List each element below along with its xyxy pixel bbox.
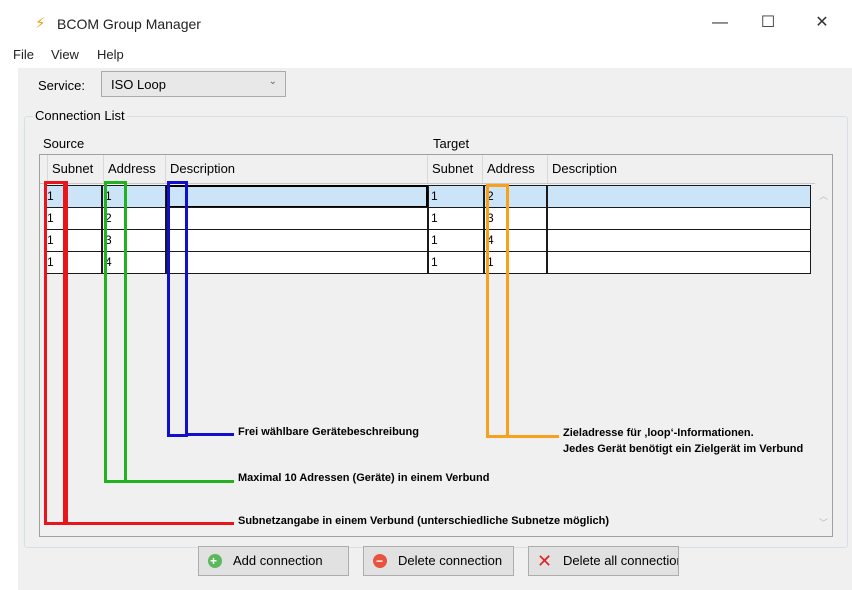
address-highlight-box bbox=[104, 181, 127, 483]
subnet-annotation: Subnetzangabe in einem Verbund (untersch… bbox=[238, 515, 609, 527]
subnet-inner-line bbox=[63, 181, 66, 525]
minimize-button[interactable]: — bbox=[700, 10, 740, 36]
connection-list-legend: Connection List bbox=[33, 108, 127, 123]
delete-all-connections-button[interactable]: ✕ Delete all connections bbox=[528, 546, 679, 576]
scroll-up-icon[interactable]: ︿ bbox=[815, 189, 832, 202]
cell-tgt-description[interactable] bbox=[547, 207, 811, 230]
target-annotation-line1: Zieladresse für ‚loop‘-Informationen. bbox=[563, 427, 754, 439]
table-row[interactable]: 1 4 1 1 bbox=[44, 251, 814, 274]
vertical-scrollbar[interactable]: ︿ ﹀ bbox=[815, 183, 832, 536]
address-annotation: Maximal 10 Adressen (Geräte) in einem Ve… bbox=[238, 472, 490, 484]
cell-src-description[interactable] bbox=[166, 185, 428, 208]
red-x-icon: ✕ bbox=[537, 551, 553, 571]
minus-circle-icon: − bbox=[373, 554, 387, 568]
menu-view[interactable]: View bbox=[51, 47, 79, 62]
target-address-highlight-box bbox=[486, 184, 509, 438]
service-dropdown[interactable]: ISO Loop ⌄ bbox=[101, 71, 286, 97]
target-connector-line bbox=[507, 435, 559, 438]
cell-tgt-description[interactable] bbox=[547, 229, 811, 252]
address-connector-line bbox=[125, 480, 234, 483]
cell-tgt-description[interactable] bbox=[547, 185, 811, 208]
close-button[interactable]: ✕ bbox=[802, 10, 842, 36]
title-bar: ⚡ BCOM Group Manager — ☐ ✕ bbox=[18, 0, 852, 44]
cell-src-description[interactable] bbox=[166, 207, 428, 230]
window-title: BCOM Group Manager bbox=[57, 16, 201, 32]
table-row[interactable]: 1 1 1 2 bbox=[44, 185, 814, 208]
table-row[interactable]: 1 2 1 3 bbox=[44, 207, 814, 230]
col-src-subnet[interactable]: Subnet bbox=[48, 155, 104, 183]
cell-tgt-description[interactable] bbox=[547, 251, 811, 274]
delete-connection-button[interactable]: − Delete connection bbox=[363, 546, 514, 576]
col-tgt-subnet[interactable]: Subnet bbox=[428, 155, 483, 183]
table-row[interactable]: 1 3 1 4 bbox=[44, 229, 814, 252]
app-window: ⚡ BCOM Group Manager — ☐ ✕ File View Hel… bbox=[13, 0, 852, 590]
col-tgt-address[interactable]: Address bbox=[483, 155, 548, 183]
grid-header: Subnet Address Description Subnet Addres… bbox=[40, 155, 815, 184]
delete-all-connections-label: Delete all connections bbox=[563, 553, 679, 568]
delete-connection-label: Delete connection bbox=[398, 553, 503, 568]
menu-help[interactable]: Help bbox=[97, 47, 124, 62]
description-highlight-box bbox=[167, 181, 188, 437]
add-connection-label: Add connection bbox=[233, 553, 323, 568]
scroll-down-icon[interactable]: ﹀ bbox=[815, 516, 832, 529]
plus-circle-icon: + bbox=[208, 554, 222, 568]
description-annotation: Frei wählbare Gerätebeschreibung bbox=[238, 426, 419, 438]
maximize-button[interactable]: ☐ bbox=[748, 10, 788, 36]
cell-src-description[interactable] bbox=[166, 251, 428, 274]
cell-tgt-subnet[interactable]: 1 bbox=[428, 207, 484, 230]
menu-file[interactable]: File bbox=[13, 47, 34, 62]
lightning-icon: ⚡ bbox=[35, 15, 46, 32]
row-header-corner bbox=[40, 155, 48, 183]
service-label: Service: bbox=[38, 78, 85, 93]
description-connector-line bbox=[186, 433, 234, 436]
service-value: ISO Loop bbox=[111, 77, 166, 92]
col-src-address[interactable]: Address bbox=[104, 155, 166, 183]
menu-bar: File View Help bbox=[13, 44, 852, 68]
source-label: Source bbox=[43, 136, 85, 151]
add-connection-button[interactable]: + Add connection bbox=[198, 546, 349, 576]
cell-src-description[interactable] bbox=[166, 229, 428, 252]
col-src-description[interactable]: Description bbox=[166, 155, 428, 183]
cell-tgt-subnet[interactable]: 1 bbox=[428, 251, 484, 274]
subnet-connector-line bbox=[66, 522, 234, 525]
target-label: Target bbox=[433, 136, 470, 151]
col-tgt-description[interactable]: Description bbox=[548, 155, 815, 183]
chevron-down-icon: ⌄ bbox=[268, 76, 277, 87]
cell-tgt-subnet[interactable]: 1 bbox=[428, 185, 484, 208]
target-annotation-line2: Jedes Gerät benötigt ein Zielgerät im Ve… bbox=[563, 443, 804, 455]
cell-tgt-subnet[interactable]: 1 bbox=[428, 229, 484, 252]
